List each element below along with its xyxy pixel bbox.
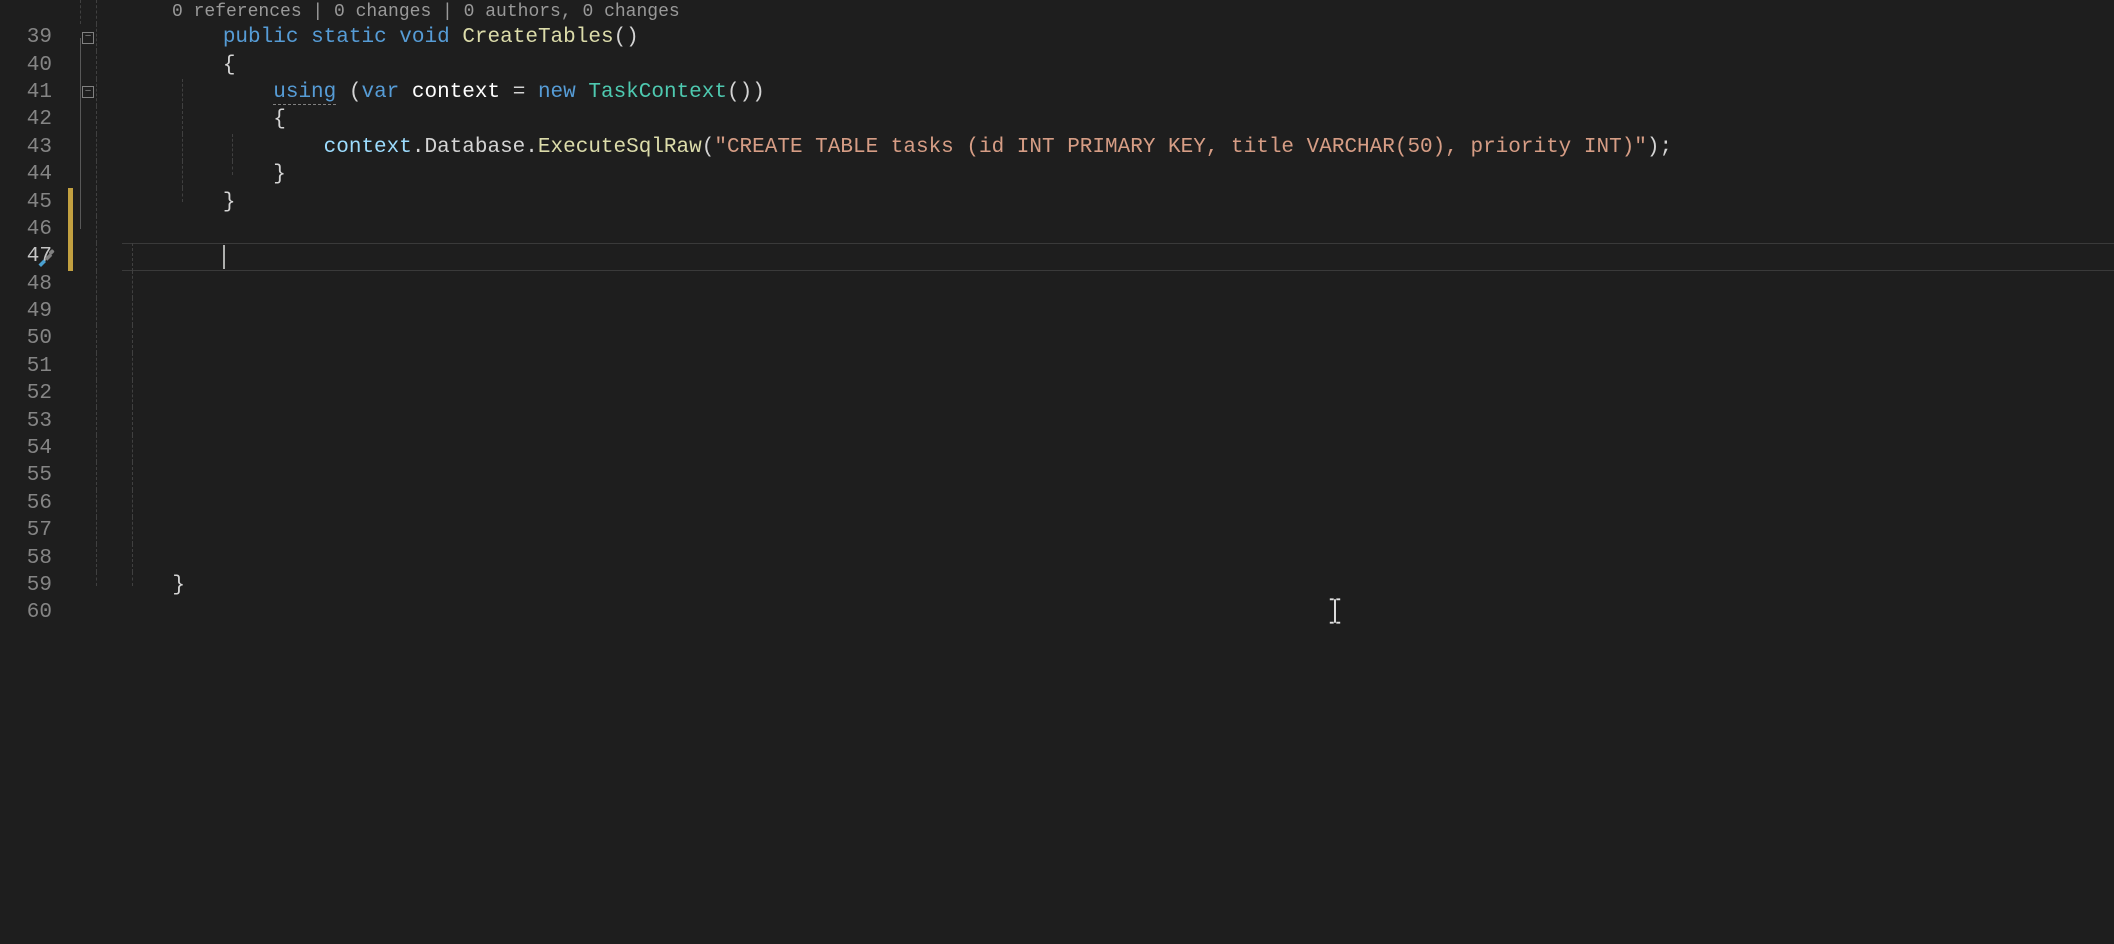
code-line[interactable]: 58 — [0, 544, 2114, 571]
code-line[interactable]: 52 — [0, 380, 2114, 407]
modification-indicator — [68, 188, 73, 215]
keyword: new — [538, 81, 576, 104]
code-line[interactable]: 50 — [0, 325, 2114, 352]
code-line[interactable]: 55 — [0, 462, 2114, 489]
line-number: 54 — [0, 437, 78, 460]
line-number: 56 — [0, 492, 78, 515]
string-literal: "CREATE TABLE tasks (id INT PRIMARY KEY,… — [714, 136, 1647, 159]
line-number: 60 — [0, 601, 78, 624]
code-line[interactable]: 43 context.Database.ExecuteSqlRaw("CREAT… — [0, 134, 2114, 161]
code-line[interactable]: 51 — [0, 353, 2114, 380]
codelens[interactable]: 0 references | 0 changes | 0 authors, 0 … — [122, 0, 2114, 24]
line-number: 59 — [0, 574, 78, 597]
fold-toggle-icon[interactable]: − — [82, 32, 94, 44]
mouse-text-cursor-icon — [1326, 598, 1344, 624]
text-cursor — [223, 245, 225, 269]
variable: context — [412, 81, 500, 104]
line-number: 45 — [0, 191, 78, 214]
line-number: 43 — [0, 136, 78, 159]
code-line[interactable]: 46 — [0, 216, 2114, 243]
code-line[interactable]: 53 — [0, 407, 2114, 434]
code-line[interactable]: 42 { — [0, 106, 2114, 133]
code-line[interactable]: 48 — [0, 271, 2114, 298]
line-number: 57 — [0, 519, 78, 542]
line-number: 46 — [0, 218, 78, 241]
line-number: 49 — [0, 300, 78, 323]
line-number: 55 — [0, 464, 78, 487]
line-number: 51 — [0, 355, 78, 378]
code-line[interactable]: 49 — [0, 298, 2114, 325]
line-number: 40 — [0, 54, 78, 77]
code-line[interactable]: 41 − using (var context = new TaskContex… — [0, 79, 2114, 106]
line-number: 39 — [0, 26, 78, 49]
type-name: TaskContext — [588, 81, 727, 104]
method-name: ExecuteSqlRaw — [538, 136, 702, 159]
code-line[interactable]: 45 } — [0, 188, 2114, 215]
line-number: 50 — [0, 327, 78, 350]
code-line[interactable]: 57 — [0, 517, 2114, 544]
line-number: 41 — [0, 81, 78, 104]
code-line[interactable]: 39 − public static void CreateTables() — [0, 24, 2114, 51]
code-line-active[interactable]: 47 — [0, 243, 2114, 270]
keyword: void — [399, 26, 449, 49]
line-number: 42 — [0, 108, 78, 131]
modification-indicator — [68, 243, 73, 270]
code-editor[interactable]: 0 references | 0 changes | 0 authors, 0 … — [0, 0, 2114, 944]
code-line[interactable]: 40 { — [0, 51, 2114, 78]
code-line[interactable]: 56 — [0, 490, 2114, 517]
code-line[interactable]: 44 } — [0, 161, 2114, 188]
keyword: var — [361, 81, 399, 104]
code-line[interactable]: 54 — [0, 435, 2114, 462]
line-number: 52 — [0, 382, 78, 405]
method-name: CreateTables — [462, 26, 613, 49]
modification-indicator — [68, 216, 73, 243]
lightbulb-action-icon[interactable] — [36, 247, 56, 267]
keyword: static — [311, 26, 387, 49]
code-line[interactable]: 60 — [0, 599, 2114, 626]
code-line[interactable]: 59 } — [0, 572, 2114, 599]
keyword: public — [223, 26, 299, 49]
fold-toggle-icon[interactable]: − — [82, 86, 94, 98]
keyword: using — [273, 81, 336, 105]
line-number: 58 — [0, 547, 78, 570]
line-number: 53 — [0, 410, 78, 433]
line-number: 44 — [0, 163, 78, 186]
variable: context — [324, 136, 412, 159]
property: Database — [424, 136, 525, 159]
line-number: 48 — [0, 273, 78, 296]
